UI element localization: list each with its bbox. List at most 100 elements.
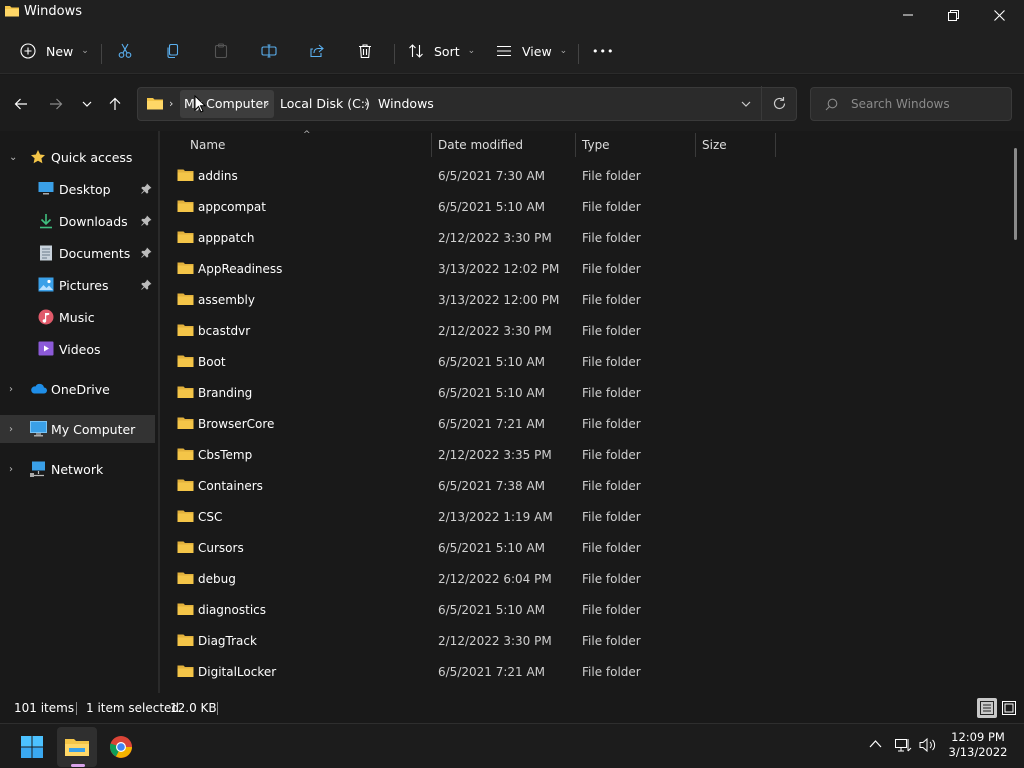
- network-status-button[interactable]: [895, 737, 912, 753]
- up-button[interactable]: [104, 93, 126, 115]
- nav-quick-access[interactable]: ⌄ Quick access: [0, 143, 155, 171]
- forward-button[interactable]: [45, 93, 67, 115]
- start-button[interactable]: [12, 727, 52, 767]
- nav-pictures[interactable]: Pictures: [0, 271, 155, 299]
- cut-button[interactable]: [117, 38, 133, 64]
- pin-icon[interactable]: [141, 247, 152, 258]
- file-row[interactable]: AppReadiness 3/13/2022 12:02 PM File folde…: [160, 254, 1010, 285]
- column-resize-handle[interactable]: [775, 133, 776, 157]
- file-row[interactable]: DiagTrack 2/12/2022 3:30 PM File folder: [160, 626, 1010, 657]
- file-row[interactable]: Branding 6/5/2021 5:10 AM File folder: [160, 378, 1010, 409]
- more-options-button[interactable]: •••: [592, 38, 614, 64]
- close-button[interactable]: [976, 0, 1022, 30]
- tiles-view-button[interactable]: [999, 698, 1019, 718]
- file-row[interactable]: CbsTemp 2/12/2022 3:35 PM File folder: [160, 440, 1010, 471]
- cut-icon: [118, 43, 132, 58]
- file-date-modified: 6/5/2021 5:10 AM: [438, 603, 546, 617]
- nav-videos[interactable]: Videos: [0, 335, 155, 363]
- column-type[interactable]: Type: [582, 138, 610, 152]
- file-row[interactable]: assembly 3/13/2022 12:00 PM File folder: [160, 285, 1010, 316]
- details-view-button[interactable]: [977, 698, 997, 718]
- file-type: File folder: [582, 231, 641, 245]
- file-type: File folder: [582, 169, 641, 183]
- chevron-right-icon[interactable]: ›: [9, 464, 13, 475]
- volume-button[interactable]: [919, 737, 937, 753]
- copy-button[interactable]: [165, 38, 181, 64]
- refresh-button[interactable]: [772, 96, 787, 111]
- restore-button[interactable]: [930, 0, 976, 30]
- file-row[interactable]: Cursors 6/5/2021 5:10 AM File folder: [160, 533, 1010, 564]
- view-button[interactable]: View ⌄: [496, 38, 567, 64]
- column-header: ^ Name Date modified Type Size: [160, 130, 1024, 159]
- file-type: File folder: [582, 386, 641, 400]
- search-icon: [825, 98, 838, 111]
- system-clock[interactable]: 12:09 PM 3/13/2022: [944, 730, 1012, 760]
- chevron-down-icon[interactable]: ⌄: [9, 152, 17, 163]
- file-row[interactable]: BrowserCore 6/5/2021 7:21 AM File folder: [160, 409, 1010, 440]
- file-row[interactable]: bcastdvr 2/12/2022 3:30 PM File folder: [160, 316, 1010, 347]
- chevron-right-icon[interactable]: ›: [9, 384, 13, 395]
- file-row[interactable]: CSC 2/13/2022 1:19 AM File folder: [160, 502, 1010, 533]
- paste-button[interactable]: [213, 38, 229, 64]
- pin-icon[interactable]: [141, 279, 152, 290]
- delete-button[interactable]: [357, 38, 373, 64]
- show-hidden-icons-button[interactable]: [869, 739, 882, 749]
- file-row[interactable]: apppatch 2/12/2022 3:30 PM File folder: [160, 223, 1010, 254]
- file-type: File folder: [582, 510, 641, 524]
- sort-button[interactable]: Sort ⌄: [408, 38, 475, 64]
- column-resize-handle[interactable]: [575, 133, 576, 157]
- address-bar[interactable]: › My Computer › Local Disk (C:) › Window…: [137, 86, 797, 121]
- breadcrumb-windows[interactable]: Windows: [378, 96, 434, 111]
- copy-icon: [167, 43, 179, 59]
- file-row[interactable]: addins 6/5/2021 7:30 AM File folder: [160, 161, 1010, 192]
- nav-documents[interactable]: Documents: [0, 239, 155, 267]
- divider: [101, 44, 102, 64]
- taskbar-chrome[interactable]: [101, 727, 141, 767]
- nav-downloads[interactable]: Downloads: [0, 207, 155, 235]
- taskbar-file-explorer[interactable]: [57, 727, 97, 767]
- chevron-right-icon: ›: [169, 97, 174, 110]
- vertical-scrollbar[interactable]: [1014, 148, 1017, 240]
- search-input[interactable]: Search Windows: [851, 97, 950, 111]
- pin-icon[interactable]: [141, 183, 152, 194]
- chevron-right-icon[interactable]: ›: [364, 97, 368, 110]
- column-name[interactable]: Name: [190, 138, 225, 152]
- chevron-right-icon[interactable]: ›: [9, 424, 13, 435]
- tiles-view-icon: [1002, 701, 1016, 715]
- breadcrumb-local-disk[interactable]: Local Disk (C:): [280, 96, 370, 111]
- taskbar: 12:09 PM 3/13/2022: [0, 723, 1024, 768]
- nav-my-computer[interactable]: › My Computer: [0, 415, 155, 443]
- back-button[interactable]: [10, 93, 32, 115]
- address-history-dropdown[interactable]: [740, 98, 752, 110]
- nav-desktop[interactable]: Desktop: [0, 175, 155, 203]
- column-date-modified[interactable]: Date modified: [438, 138, 523, 152]
- nav-network[interactable]: › Network: [0, 455, 155, 483]
- pin-icon[interactable]: [141, 215, 152, 226]
- nav-label: Quick access: [51, 150, 133, 165]
- file-name: debug: [198, 572, 236, 586]
- file-row[interactable]: DigitalLocker 6/5/2021 7:21 AM File folder: [160, 657, 1010, 688]
- file-row[interactable]: diagnostics 6/5/2021 5:10 AM File folder: [160, 595, 1010, 626]
- nav-music[interactable]: Music: [0, 303, 155, 331]
- recent-locations-button[interactable]: [76, 93, 98, 115]
- share-button[interactable]: [309, 38, 325, 64]
- file-date-modified: 2/12/2022 6:04 PM: [438, 572, 552, 586]
- minimize-button[interactable]: [885, 0, 931, 30]
- column-size[interactable]: Size: [702, 138, 727, 152]
- file-row[interactable]: appcompat 6/5/2021 5:10 AM File folder: [160, 192, 1010, 223]
- chevron-down-icon: ⌄: [559, 46, 568, 56]
- search-box[interactable]: Search Windows: [810, 87, 1012, 121]
- file-row[interactable]: Containers 6/5/2021 7:38 AM File folder: [160, 471, 1010, 502]
- column-resize-handle[interactable]: [431, 133, 432, 157]
- rename-button[interactable]: [261, 38, 277, 64]
- file-name: bcastdvr: [198, 324, 251, 338]
- file-row[interactable]: debug 2/12/2022 6:04 PM File folder: [160, 564, 1010, 595]
- file-type: File folder: [582, 572, 641, 586]
- folder-icon: [177, 664, 194, 678]
- file-date-modified: 2/12/2022 3:30 PM: [438, 324, 552, 338]
- new-button[interactable]: New ⌄: [20, 38, 89, 64]
- file-row[interactable]: Boot 6/5/2021 5:10 AM File folder: [160, 347, 1010, 378]
- nav-onedrive[interactable]: › OneDrive: [0, 375, 155, 403]
- column-resize-handle[interactable]: [695, 133, 696, 157]
- chevron-right-icon[interactable]: ›: [265, 97, 269, 110]
